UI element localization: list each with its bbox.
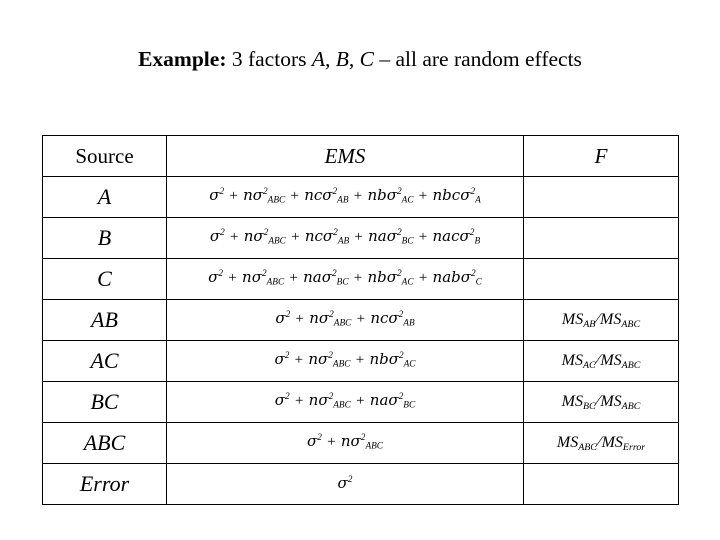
cell-ems: σ2 + nσ2ABC + nbσ2AC (166, 340, 524, 382)
cell-source: AC (42, 340, 167, 382)
cell-ems: σ2 + nσ2ABC + naσ2BC (166, 381, 524, 423)
table-row: Cσ2 + nσ2ABC + naσ2BC + nbσ2AC + nabσ2C (42, 258, 679, 300)
cell-f: MSABC⁄MSError (523, 422, 679, 464)
cell-ems: σ2 + nσ2ABC + ncσ2AB + nbσ2AC + nbcσ2A (166, 176, 524, 218)
cell-f (523, 176, 679, 218)
cell-source: Error (42, 463, 167, 505)
cell-ems: σ2 + nσ2ABC + ncσ2AB (166, 299, 524, 341)
cell-ems: σ2 + nσ2ABC + ncσ2AB + naσ2BC + nacσ2B (166, 217, 524, 259)
cell-ems: σ2 (166, 463, 524, 505)
cell-source: A (42, 176, 167, 218)
cell-f: MSBC⁄MSABC (523, 381, 679, 423)
table-row: AC σ2 + nσ2ABC + nbσ2AC MSAC⁄MSABC (42, 340, 679, 382)
cell-f (523, 217, 679, 259)
cell-ems: σ2 + nσ2ABC (166, 422, 524, 464)
table-row: AB σ2 + nσ2ABC + ncσ2AB MSAB⁄MSABC (42, 299, 679, 341)
table-header-row: Source EMS F (42, 135, 679, 177)
table-row: ABC σ2 + nσ2ABC MSABC⁄MSError (42, 422, 679, 464)
table-row: BC σ2 + nσ2ABC + naσ2BC MSBC⁄MSABC (42, 381, 679, 423)
title-text-1: 3 factors (226, 47, 312, 71)
cell-source: ABC (42, 422, 167, 464)
cell-source: BC (42, 381, 167, 423)
cell-f: MSAB⁄MSABC (523, 299, 679, 341)
column-header-ems: EMS (166, 135, 524, 177)
table-row: Aσ2 + nσ2ABC + ncσ2AB + nbσ2AC + nbcσ2A (42, 176, 679, 218)
title-factors: A, B, C (311, 47, 374, 71)
cell-source: C (42, 258, 167, 300)
ems-table-body: Source EMS F Aσ2 + nσ2ABC + ncσ2AB + nbσ… (42, 135, 679, 505)
title-bold-prefix: Example: (138, 47, 227, 71)
slide: Example: 3 factors A, B, C – all are ran… (0, 0, 720, 540)
column-header-source: Source (42, 135, 167, 177)
page-title: Example: 3 factors A, B, C – all are ran… (0, 47, 720, 72)
cell-f (523, 463, 679, 505)
cell-source: B (42, 217, 167, 259)
title-text-2: – all are random effects (373, 47, 582, 71)
cell-source: AB (42, 299, 167, 341)
cell-f: MSAC⁄MSABC (523, 340, 679, 382)
table-row: Error σ2 (42, 463, 679, 505)
ems-table: Source EMS F Aσ2 + nσ2ABC + ncσ2AB + nbσ… (42, 135, 679, 505)
cell-f (523, 258, 679, 300)
table-row: Bσ2 + nσ2ABC + ncσ2AB + naσ2BC + nacσ2B (42, 217, 679, 259)
cell-ems: σ2 + nσ2ABC + naσ2BC + nbσ2AC + nabσ2C (166, 258, 524, 300)
column-header-f: F (523, 135, 679, 177)
